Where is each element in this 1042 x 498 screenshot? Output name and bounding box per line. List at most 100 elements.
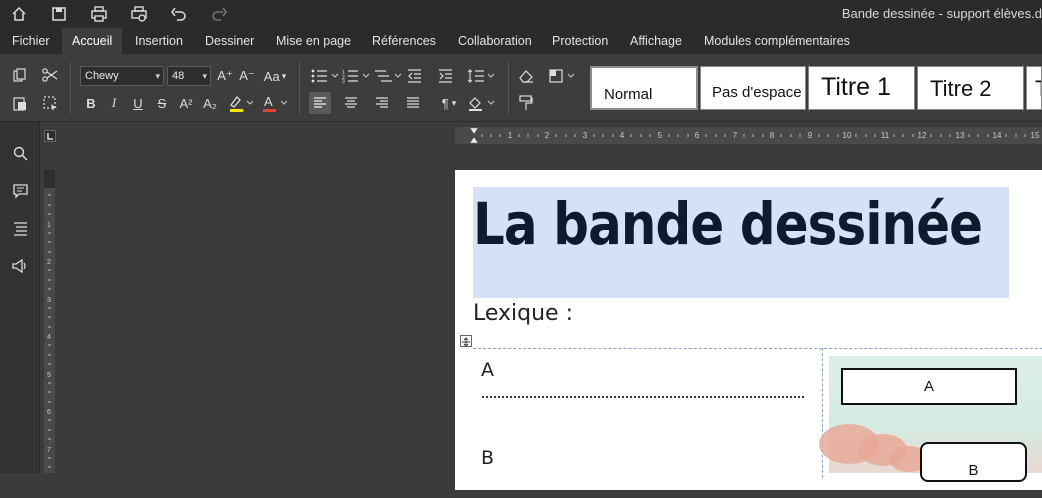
svg-text:4: 4 bbox=[47, 334, 51, 341]
decrease-indent-icon[interactable] bbox=[403, 65, 425, 87]
lexique-letter-b[interactable]: B bbox=[481, 447, 494, 469]
style-heading-2-label: Titre 2 bbox=[930, 76, 992, 101]
pilcrow-icon: ¶ bbox=[441, 95, 449, 111]
bold-button[interactable]: B bbox=[80, 92, 102, 114]
bullet-list-icon[interactable] bbox=[309, 65, 341, 87]
underline-button[interactable]: U bbox=[127, 92, 149, 114]
highlight-color-button[interactable] bbox=[224, 92, 256, 114]
horizontal-ruler: 1234 5678 9 10 11 12 13 14 15 bbox=[455, 127, 1042, 144]
table-column-divider bbox=[822, 348, 823, 478]
svg-text:8: 8 bbox=[770, 131, 775, 140]
menu-insertion[interactable]: Insertion bbox=[125, 28, 193, 54]
menu-accueil[interactable]: Accueil bbox=[62, 28, 123, 54]
menu-modules[interactable]: Modules complémentaires bbox=[694, 28, 860, 54]
font-name-value: Chewy bbox=[85, 70, 119, 82]
svg-text:6: 6 bbox=[47, 409, 51, 416]
svg-text:5: 5 bbox=[47, 372, 51, 379]
svg-text:3: 3 bbox=[47, 297, 51, 304]
svg-text:14: 14 bbox=[993, 131, 1002, 140]
svg-text:13: 13 bbox=[956, 131, 965, 140]
align-center-icon[interactable] bbox=[340, 92, 362, 114]
style-normal-label: Normal bbox=[604, 86, 653, 103]
label-box-b[interactable]: B bbox=[920, 442, 1027, 482]
print-preview-icon[interactable] bbox=[129, 4, 149, 24]
tab-stop-selector[interactable] bbox=[44, 130, 56, 142]
font-color-button[interactable]: A bbox=[258, 92, 290, 114]
menu-affichage[interactable]: Affichage bbox=[620, 28, 692, 54]
svg-text:1: 1 bbox=[47, 222, 51, 229]
line-spacing-icon[interactable] bbox=[465, 65, 497, 87]
superscript-button[interactable]: A² bbox=[175, 92, 197, 114]
clear-formatting-icon[interactable] bbox=[515, 65, 537, 87]
svg-text:15: 15 bbox=[1031, 131, 1040, 140]
style-more-label: T bbox=[1035, 76, 1041, 102]
table-move-handle-icon[interactable] bbox=[460, 335, 472, 347]
paste-icon[interactable] bbox=[9, 92, 31, 114]
align-right-icon[interactable] bbox=[371, 92, 393, 114]
svg-text:2: 2 bbox=[47, 259, 51, 266]
lexique-letter-a[interactable]: A bbox=[481, 359, 494, 381]
svg-text:7: 7 bbox=[733, 131, 738, 140]
label-box-a[interactable]: A bbox=[841, 368, 1017, 405]
menu-mise-en-page[interactable]: Mise en page bbox=[266, 28, 361, 54]
separator bbox=[299, 62, 300, 114]
paragraph-marks-icon[interactable]: ¶ ▾ bbox=[434, 92, 464, 114]
style-heading-1[interactable]: Titre 1 bbox=[808, 66, 915, 110]
style-no-spacing-label: Pas d'espace bbox=[712, 84, 802, 101]
copy-style-icon[interactable] bbox=[515, 92, 537, 114]
shading-icon[interactable] bbox=[465, 92, 497, 114]
style-more[interactable]: T bbox=[1026, 66, 1042, 110]
grow-font-icon[interactable]: A⁺ bbox=[214, 65, 236, 87]
select-all-icon[interactable] bbox=[39, 92, 61, 114]
separator bbox=[508, 62, 509, 114]
style-heading-1-label: Titre 1 bbox=[821, 73, 891, 101]
svg-text:4: 4 bbox=[620, 131, 625, 140]
undo-icon[interactable] bbox=[169, 4, 189, 24]
title-bar: Bande dessinée - support élèves.d bbox=[0, 0, 1042, 28]
svg-text:A: A bbox=[264, 94, 273, 109]
announcement-icon[interactable] bbox=[9, 255, 31, 277]
style-no-spacing[interactable]: Pas d'espace bbox=[700, 66, 806, 110]
comment-icon[interactable] bbox=[9, 180, 31, 202]
numbered-list-icon[interactable]: 123 bbox=[340, 65, 372, 87]
document-heading[interactable]: La bande dessinée bbox=[473, 190, 983, 258]
font-size-value: 48 bbox=[172, 70, 185, 82]
style-heading-2[interactable]: Titre 2 bbox=[917, 66, 1024, 110]
increase-indent-icon[interactable] bbox=[434, 65, 456, 87]
answer-line[interactable] bbox=[482, 396, 804, 398]
copy-icon[interactable] bbox=[9, 64, 31, 86]
chevron-down-icon: ▾ bbox=[281, 70, 287, 81]
svg-text:11: 11 bbox=[881, 131, 890, 140]
lexique-heading[interactable]: Lexique : bbox=[473, 301, 573, 326]
color-scheme-icon[interactable] bbox=[547, 65, 579, 87]
navigation-icon[interactable] bbox=[9, 218, 31, 240]
menu-fichier[interactable]: Fichier bbox=[2, 28, 60, 54]
save-icon[interactable] bbox=[49, 4, 69, 24]
subscript-button[interactable]: A₂ bbox=[199, 92, 221, 114]
home-icon[interactable] bbox=[9, 4, 29, 24]
print-icon[interactable] bbox=[89, 4, 109, 24]
font-name-select[interactable]: Chewy ▾ bbox=[80, 66, 164, 86]
svg-text:5: 5 bbox=[658, 131, 663, 140]
font-size-select[interactable]: 48 ▾ bbox=[167, 66, 211, 86]
svg-text:3: 3 bbox=[342, 79, 345, 83]
shrink-font-icon[interactable]: A⁻ bbox=[236, 65, 258, 87]
style-normal[interactable]: Normal bbox=[590, 66, 698, 110]
justify-icon[interactable] bbox=[402, 92, 424, 114]
redo-icon[interactable] bbox=[209, 4, 229, 24]
italic-button[interactable]: I bbox=[103, 92, 125, 114]
menu-references[interactable]: Références bbox=[362, 28, 446, 54]
svg-text:3: 3 bbox=[583, 131, 588, 140]
change-case-icon[interactable]: Aa ▾ bbox=[260, 65, 290, 87]
menu-dessiner[interactable]: Dessiner bbox=[195, 28, 264, 54]
svg-text:12: 12 bbox=[918, 131, 927, 140]
menu-protection[interactable]: Protection bbox=[542, 28, 618, 54]
svg-text:1: 1 bbox=[508, 131, 513, 140]
cut-icon[interactable] bbox=[39, 64, 61, 86]
multilevel-list-icon[interactable] bbox=[372, 65, 404, 87]
menu-collaboration[interactable]: Collaboration bbox=[448, 28, 542, 54]
vertical-ruler-strip: 1 2 3 4 5 6 7 bbox=[44, 170, 55, 473]
search-icon[interactable] bbox=[9, 142, 31, 164]
align-left-icon[interactable] bbox=[309, 92, 331, 114]
strikethrough-button[interactable]: S bbox=[151, 92, 173, 114]
